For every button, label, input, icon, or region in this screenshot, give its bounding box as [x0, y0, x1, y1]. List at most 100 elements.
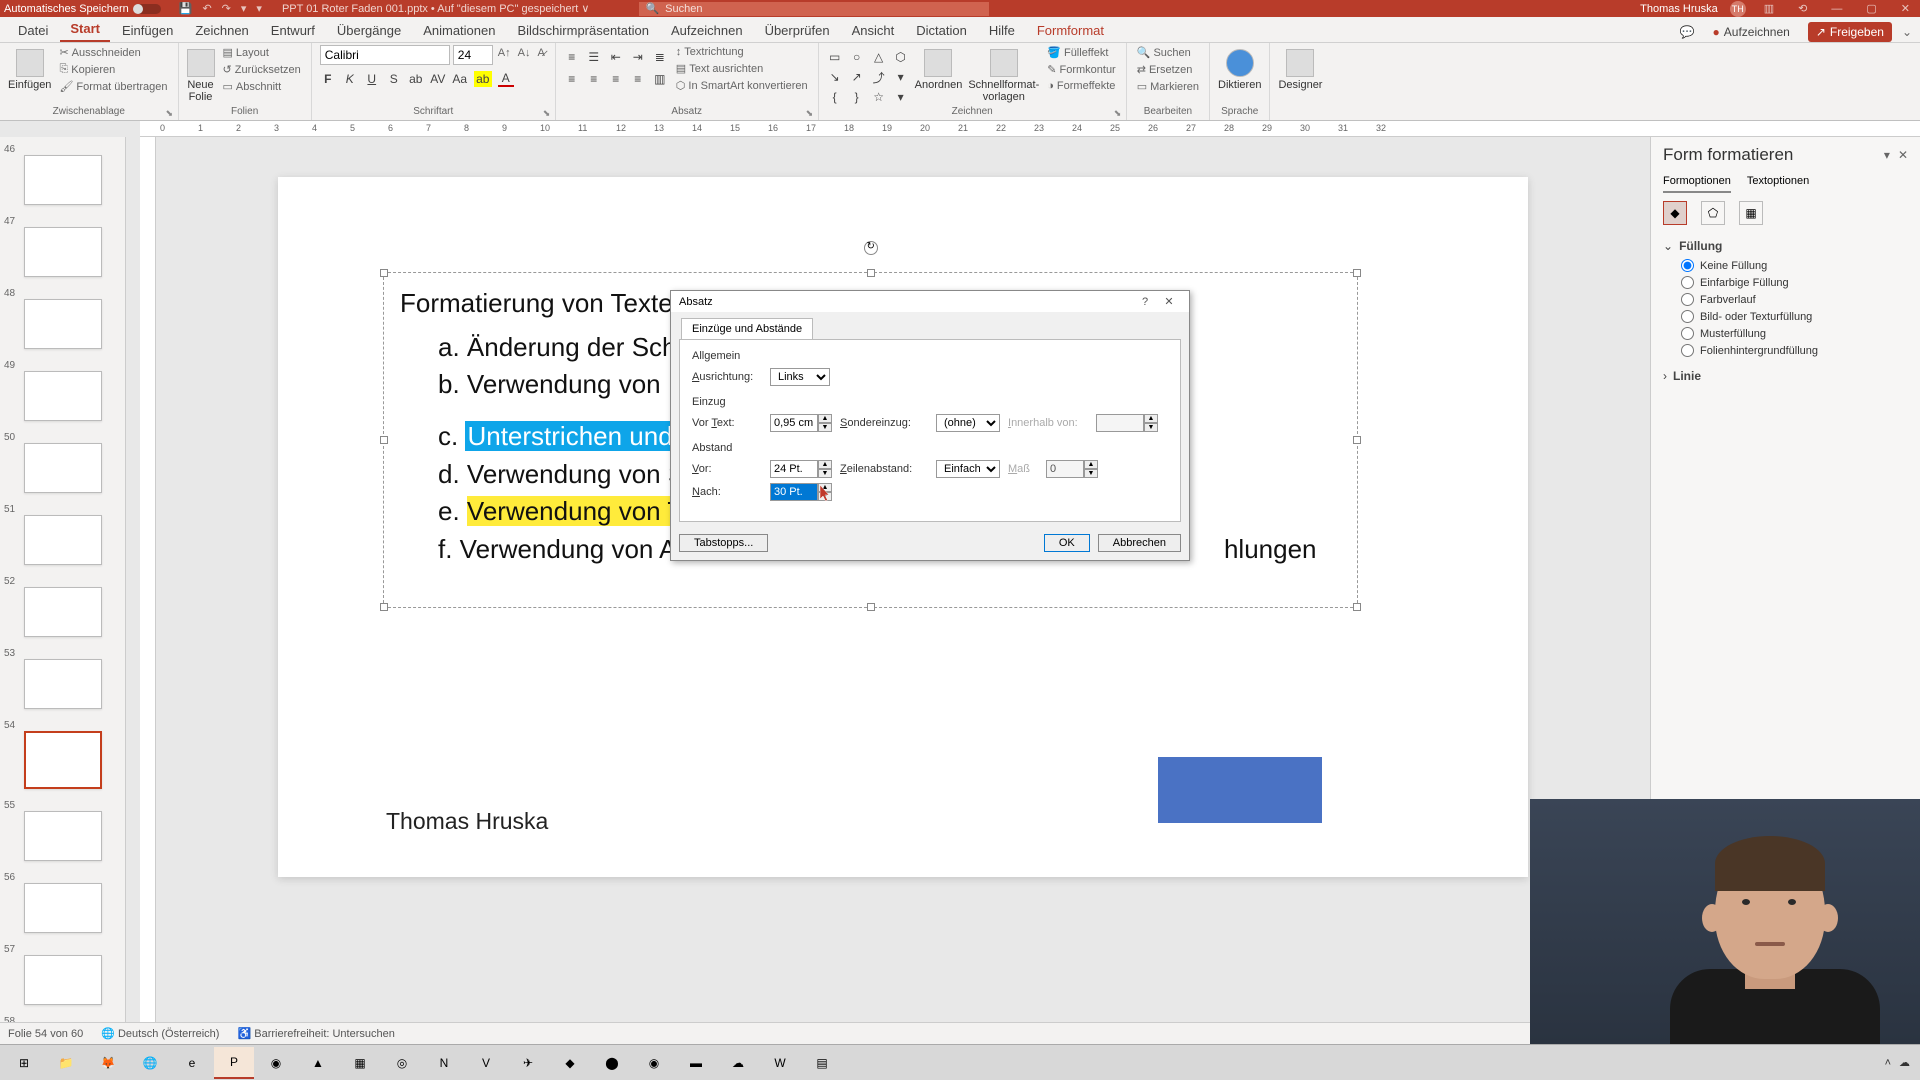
- thumbnail-54[interactable]: 54: [4, 717, 121, 789]
- taskbar-visio-icon[interactable]: V: [466, 1047, 506, 1079]
- paste-button[interactable]: Einfügen: [8, 45, 51, 91]
- pane-options-icon[interactable]: ▾: [1884, 148, 1890, 162]
- taskbar-app-icon[interactable]: ▲: [298, 1047, 338, 1079]
- tab-dictation[interactable]: Dictation: [906, 19, 977, 42]
- resize-handle-sw[interactable]: [380, 603, 388, 611]
- align-center-icon[interactable]: ≡: [586, 71, 602, 87]
- taskbar-app-icon[interactable]: ◎: [382, 1047, 422, 1079]
- underline-icon[interactable]: U: [364, 71, 380, 87]
- coming-soon-icon[interactable]: ▥: [1758, 2, 1780, 15]
- taskbar-edge-icon[interactable]: e: [172, 1047, 212, 1079]
- columns-icon[interactable]: ▥: [652, 71, 668, 87]
- record-button[interactable]: ●Aufzeichnen: [1705, 22, 1798, 42]
- vertical-ruler[interactable]: [140, 137, 156, 1052]
- touch-mode-icon[interactable]: ▾: [256, 2, 262, 15]
- spin-up-icon[interactable]: ▲: [1144, 414, 1158, 423]
- shape-icon[interactable]: {: [827, 89, 843, 105]
- clear-format-icon[interactable]: A̷: [535, 45, 546, 65]
- strike-icon[interactable]: S: [386, 71, 402, 87]
- redo-icon[interactable]: ↷: [222, 2, 231, 15]
- toggle-switch-icon[interactable]: [133, 4, 161, 14]
- tray-icon[interactable]: ☁: [1899, 1056, 1910, 1069]
- italic-icon[interactable]: K: [342, 71, 358, 87]
- undo-history-icon[interactable]: ▾: [241, 2, 247, 15]
- minimize-icon[interactable]: —: [1825, 3, 1848, 15]
- spin-up-icon[interactable]: ▲: [818, 483, 832, 492]
- taskbar-app-icon[interactable]: ☁: [718, 1047, 758, 1079]
- replace-button[interactable]: ⇄Ersetzen: [1135, 62, 1201, 77]
- before-spacing-spinner[interactable]: ▲▼: [770, 460, 832, 478]
- bold-icon[interactable]: F: [320, 71, 336, 87]
- taskbar-onenote-icon[interactable]: N: [424, 1047, 464, 1079]
- fill-picture-radio[interactable]: Bild- oder Texturfüllung: [1681, 308, 1908, 325]
- tab-einfuegen[interactable]: Einfügen: [112, 19, 183, 42]
- thumbnail-48[interactable]: 48: [4, 285, 121, 349]
- tab-datei[interactable]: Datei: [8, 19, 58, 42]
- shape-icon[interactable]: ↘: [827, 69, 843, 85]
- shape-icon[interactable]: ⤴: [871, 69, 887, 85]
- reset-button[interactable]: ↺Zurücksetzen: [221, 62, 303, 77]
- thumbnail-55[interactable]: 55: [4, 797, 121, 861]
- ribbon-display-icon[interactable]: ⟲: [1792, 2, 1813, 15]
- fill-gradient-radio[interactable]: Farbverlauf: [1681, 291, 1908, 308]
- effects-icon[interactable]: ⬠: [1701, 201, 1725, 225]
- tray-chevron-icon[interactable]: ˄: [1885, 1057, 1891, 1069]
- spin-down-icon[interactable]: ▼: [818, 469, 832, 478]
- dialog-launcher-icon[interactable]: ⬊: [806, 108, 816, 118]
- spin-down-icon[interactable]: ▼: [1144, 423, 1158, 432]
- font-name-input[interactable]: [320, 45, 450, 65]
- taskbar-word-icon[interactable]: W: [760, 1047, 800, 1079]
- taskbar-obs-icon[interactable]: ⬤: [592, 1047, 632, 1079]
- cut-button[interactable]: ✂Ausschneiden: [57, 45, 169, 60]
- thumbnail-49[interactable]: 49: [4, 357, 121, 421]
- find-button[interactable]: 🔍Suchen: [1135, 45, 1201, 60]
- thumbnail-46[interactable]: 46: [4, 141, 121, 205]
- spin-down-icon[interactable]: ▼: [818, 492, 832, 501]
- user-name[interactable]: Thomas Hruska: [1640, 3, 1718, 15]
- tab-ueberpruefen[interactable]: Überprüfen: [755, 19, 840, 42]
- undo-icon[interactable]: ↶: [202, 2, 211, 15]
- share-button[interactable]: ↗Freigeben: [1808, 22, 1892, 42]
- shape-icon[interactable]: ⬡: [893, 49, 909, 65]
- alignment-select[interactable]: Links: [770, 368, 830, 386]
- spacing-icon[interactable]: AV: [430, 71, 446, 87]
- shape-options-tab[interactable]: Formoptionen: [1663, 175, 1731, 193]
- autosave-toggle[interactable]: Automatisches Speichern: [4, 3, 161, 15]
- line-spacing-select[interactable]: Einfach: [936, 460, 1000, 478]
- tab-bildschirm[interactable]: Bildschirmpräsentation: [507, 19, 659, 42]
- line-header[interactable]: ›Linie: [1663, 365, 1908, 387]
- ok-button[interactable]: OK: [1044, 534, 1090, 552]
- collapse-ribbon-icon[interactable]: ⌄: [1902, 25, 1912, 39]
- tab-zeichnen[interactable]: Zeichnen: [185, 19, 258, 42]
- shape-icon[interactable]: ▾: [893, 69, 909, 85]
- font-color-icon[interactable]: A: [498, 71, 514, 87]
- start-button[interactable]: ⊞: [4, 1047, 44, 1079]
- resize-handle-s[interactable]: [867, 603, 875, 611]
- indent-dec-icon[interactable]: ⇤: [608, 49, 624, 65]
- taskbar-app-icon[interactable]: ▦: [340, 1047, 380, 1079]
- fill-slidebg-radio[interactable]: Folienhintergrundfüllung: [1681, 342, 1908, 359]
- taskbar-chrome-icon[interactable]: 🌐: [130, 1047, 170, 1079]
- align-left-icon[interactable]: ≡: [564, 71, 580, 87]
- slide-counter[interactable]: Folie 54 von 60: [8, 1028, 83, 1040]
- numbering-icon[interactable]: ☰: [586, 49, 602, 65]
- increase-font-icon[interactable]: A↑: [496, 45, 513, 65]
- dictate-button[interactable]: Diktieren: [1218, 45, 1261, 91]
- close-icon[interactable]: ✕: [1895, 2, 1916, 15]
- language-status[interactable]: 🌐 Deutsch (Österreich): [101, 1027, 219, 1040]
- font-size-input[interactable]: [453, 45, 493, 65]
- spin-up-icon[interactable]: ▲: [818, 460, 832, 469]
- shape-icon[interactable]: △: [871, 49, 887, 65]
- taskbar-firefox-icon[interactable]: 🦊: [88, 1047, 128, 1079]
- tab-start[interactable]: Start: [60, 17, 110, 42]
- measure-spinner[interactable]: ▲▼: [1046, 460, 1098, 478]
- after-spacing-spinner[interactable]: ▲▼: [770, 483, 832, 501]
- thumbnail-47[interactable]: 47: [4, 213, 121, 277]
- resize-handle-nw[interactable]: [380, 269, 388, 277]
- text-options-tab[interactable]: Textoptionen: [1747, 175, 1809, 193]
- tabstops-button[interactable]: Tabstopps...: [679, 534, 768, 552]
- taskbar-app-icon[interactable]: ▤: [802, 1047, 842, 1079]
- accessibility-status[interactable]: ♿ Barrierefreiheit: Untersuchen: [237, 1027, 394, 1040]
- dialog-titlebar[interactable]: Absatz ? ✕: [671, 291, 1189, 312]
- fill-solid-radio[interactable]: Einfarbige Füllung: [1681, 274, 1908, 291]
